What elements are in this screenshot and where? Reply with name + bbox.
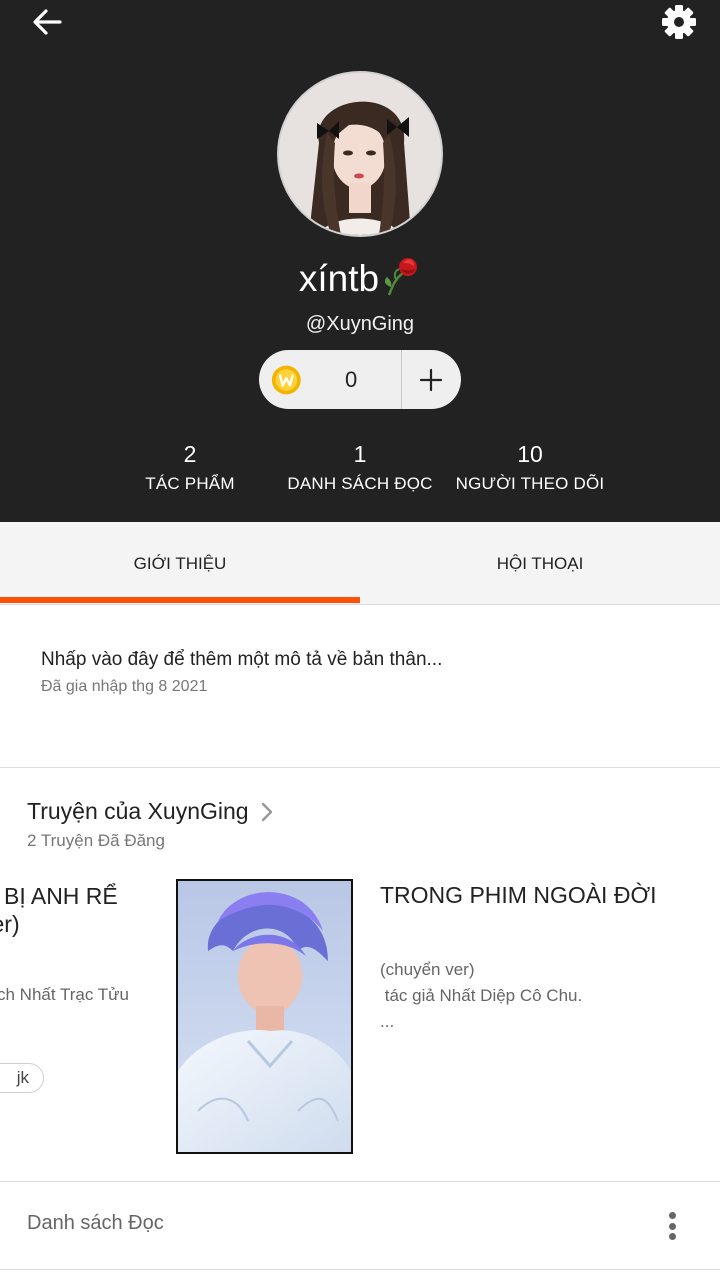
story-description: (chuyển ver) tác giả Nhất Diệp Cô Chu. .… [380, 960, 583, 1031]
dot [668, 1212, 676, 1219]
stat-followers-value: 10 [517, 441, 543, 467]
stories-section-title[interactable]: Truyện của XuynGing [27, 798, 273, 825]
tab-about[interactable]: GIỚI THIỆU [0, 522, 360, 605]
about-description[interactable]: Nhấp vào đây để thêm một mô tả về bản th… [41, 649, 442, 671]
avatar[interactable] [277, 71, 443, 237]
stat-followers[interactable]: 10 NGƯỜI THEO DÕI [450, 441, 610, 494]
display-name: xíntb [0, 253, 720, 306]
divider [0, 1269, 720, 1270]
wilted-rose-icon [381, 253, 421, 306]
add-coins-button[interactable] [402, 350, 461, 409]
joined-date: Đã gia nhập thg 8 2021 [41, 678, 208, 695]
wattpad-coin-icon [271, 365, 301, 394]
tab-conversations[interactable]: HỘI THOẠI [360, 522, 720, 605]
story-title-line: ver) [0, 911, 20, 937]
coin-count: 0 [345, 366, 358, 392]
story-tag[interactable]: jk [0, 1063, 44, 1093]
dot [668, 1222, 676, 1230]
profile-tabs: GIỚI THIỆU HỘI THOẠI [0, 522, 720, 605]
reading-list-label[interactable]: Danh sách Đọc [27, 1212, 164, 1235]
display-name-text: xíntb [298, 258, 380, 299]
stat-reading-lists-label: DANH SÁCH ĐỌC [287, 474, 433, 493]
settings-gear-icon[interactable] [657, 0, 701, 44]
plus-icon [420, 368, 443, 391]
stat-works-label: TÁC PHẨM [145, 474, 235, 493]
divider [0, 767, 720, 768]
story-title[interactable]: TRONG PHIM NGOÀI ĐỜI [380, 882, 657, 909]
back-arrow-icon[interactable] [28, 4, 68, 40]
coin-balance-pill[interactable]: 0 [259, 350, 461, 409]
story-title[interactable]: BỊ ANH RỂ ver) [0, 882, 118, 938]
profile-header: xíntb @XuynGing 0 2 TÁC PHẨM 1 DANH SÁCH… [0, 0, 720, 522]
story-title-line: BỊ ANH RỂ [4, 883, 118, 909]
username: @XuynGing [305, 313, 415, 335]
story-author: ch Nhất Trạc Tửu [0, 985, 130, 1004]
stat-followers-label: NGƯỜI THEO DÕI [455, 474, 605, 493]
stories-title-text: Truyện của XuynGing [27, 798, 249, 824]
story-cover[interactable] [176, 879, 353, 1154]
active-tab-indicator [0, 597, 360, 603]
stat-works-value: 2 [183, 441, 197, 467]
divider [0, 1181, 720, 1182]
stories-count: 2 Truyện Đã Đăng [27, 831, 165, 850]
more-options-icon[interactable] [660, 1208, 684, 1244]
stat-reading-lists-value: 1 [353, 441, 367, 467]
dot [668, 1233, 676, 1240]
stat-reading-lists[interactable]: 1 DANH SÁCH ĐỌC [280, 441, 440, 494]
chevron-right-icon [261, 802, 272, 821]
stat-works[interactable]: 2 TÁC PHẨM [130, 441, 250, 494]
